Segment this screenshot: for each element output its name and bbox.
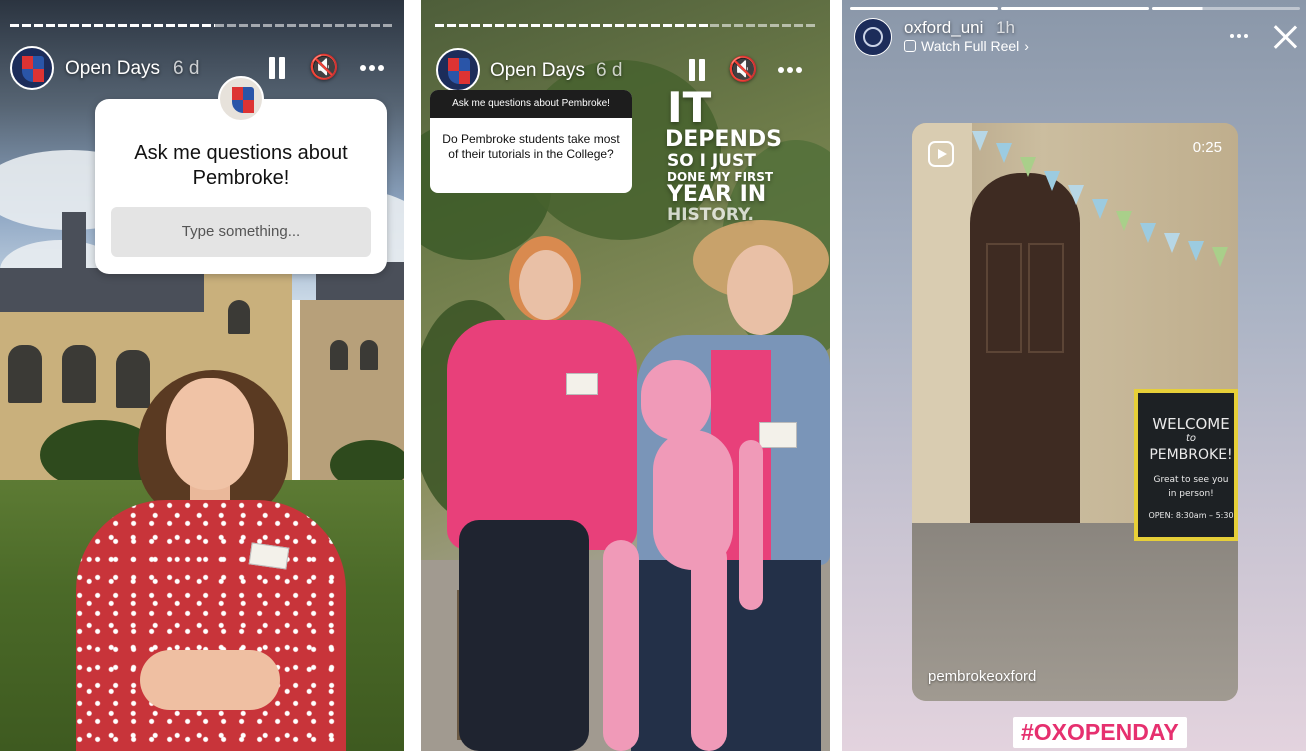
question-sticker-title: Ask me questions about Pembroke! [134,142,348,189]
person-hands [140,650,280,710]
story-panel-oxford-uni[interactable]: oxford_uni 1h Watch Full Reel › WELCOME … [842,0,1306,751]
progress-bar-segment [850,7,998,10]
close-icon[interactable] [1272,24,1298,50]
door-panel [1028,243,1064,353]
bunting-flag [996,143,1012,163]
overlay-answer-text: IT DEPENDS SO I JUST DONE MY FIRST YEAR … [665,83,782,225]
door-panel [986,243,1022,353]
more-icon[interactable] [360,65,384,71]
window [62,345,96,403]
hashtag-sticker[interactable]: #OXOPENDAY [1013,717,1187,748]
pembroke-crest-icon [448,58,470,84]
plush-leg [603,540,639,751]
pembroke-crest-icon [22,56,44,82]
bunting-flag [972,131,988,151]
question-answer-input[interactable]: Type something... [111,207,371,257]
bunting-flag [1140,223,1156,243]
name-badge [566,373,598,395]
embedded-reel[interactable]: WELCOME to PEMBROKE! Great to see you in… [912,123,1238,701]
account-avatar[interactable] [854,18,892,56]
mute-icon[interactable]: 🔇 [309,56,339,80]
bunting-flag [1164,233,1180,253]
person-red-dress [76,500,346,751]
progress-segments-remaining [710,24,816,27]
woman-pink-tshirt [447,320,637,550]
man-face [727,245,793,335]
reel-small-icon [904,40,916,52]
plush-head [641,360,711,440]
more-icon[interactable] [1230,34,1248,38]
window [8,345,42,403]
progress-bar-segment [1001,7,1149,10]
bunting-flag [1092,199,1108,219]
wooden-door [970,173,1080,533]
progress-bar-segment [1152,7,1300,10]
plush-leg [691,540,727,751]
progress-segments-watched [435,24,710,27]
story-progress-bars [850,7,1300,10]
bunting-flag [1116,211,1132,231]
post-age: 6 d [173,58,200,79]
pembroke-crest-icon [232,87,254,113]
account-avatar[interactable] [10,46,54,90]
spire [62,212,86,282]
pause-icon[interactable] [267,57,287,79]
window [360,340,378,370]
account-name[interactable]: Open Days [65,58,160,80]
window [330,340,348,370]
bunting-flag [1188,241,1204,261]
chevron-right-icon: › [1024,38,1029,54]
oxford-seal-icon [863,27,883,47]
watch-full-reel-link[interactable]: Watch Full Reel › [904,38,1029,54]
progress-segments-remaining [215,24,395,27]
person-face [166,378,254,490]
post-age: 6 d [596,60,623,81]
story-panel-open-days-2[interactable]: Open Days 6 d 🔇 Ask me questions about P… [421,0,830,751]
sticker-question: Do Pembroke students take most of their … [442,132,620,161]
account-name[interactable]: Open Days [490,60,585,82]
reel-icon [928,141,954,167]
pause-icon[interactable] [687,59,707,81]
woman-face [519,250,573,320]
college-roof [0,268,210,318]
progress-segments-watched [10,24,215,27]
watch-full-reel-label: Watch Full Reel [921,38,1020,54]
sticker-avatar [218,76,264,122]
reel-username[interactable]: pembrokeoxford [928,668,1036,685]
answered-question-sticker: Ask me questions about Pembroke! Do Pemb… [430,90,632,193]
window [116,350,150,408]
account-avatar[interactable] [436,48,480,92]
more-icon[interactable] [778,67,802,73]
bunting-flag [1044,171,1060,191]
bunting-flag [1068,185,1084,205]
woman-trousers [459,520,589,751]
reel-duration: 0:25 [1192,139,1222,156]
welcome-chalkboard: WELCOME to PEMBROKE! Great to see you in… [1134,389,1238,541]
plush-arm [739,440,763,610]
name-badge [759,422,797,448]
question-sticker[interactable]: Ask me questions about Pembroke! Type so… [95,99,387,274]
window [228,300,250,334]
story-panel-open-days-1[interactable]: Open Days 6 d 🔇 Ask me questions about P… [0,0,404,751]
bunting-flag [1212,247,1228,267]
mute-icon[interactable]: 🔇 [728,58,758,82]
bunting-flag [1020,157,1036,177]
sticker-header: Ask me questions about Pembroke! [430,90,632,118]
post-age: 1h [996,18,1015,37]
account-name[interactable]: oxford_uni [904,18,983,38]
